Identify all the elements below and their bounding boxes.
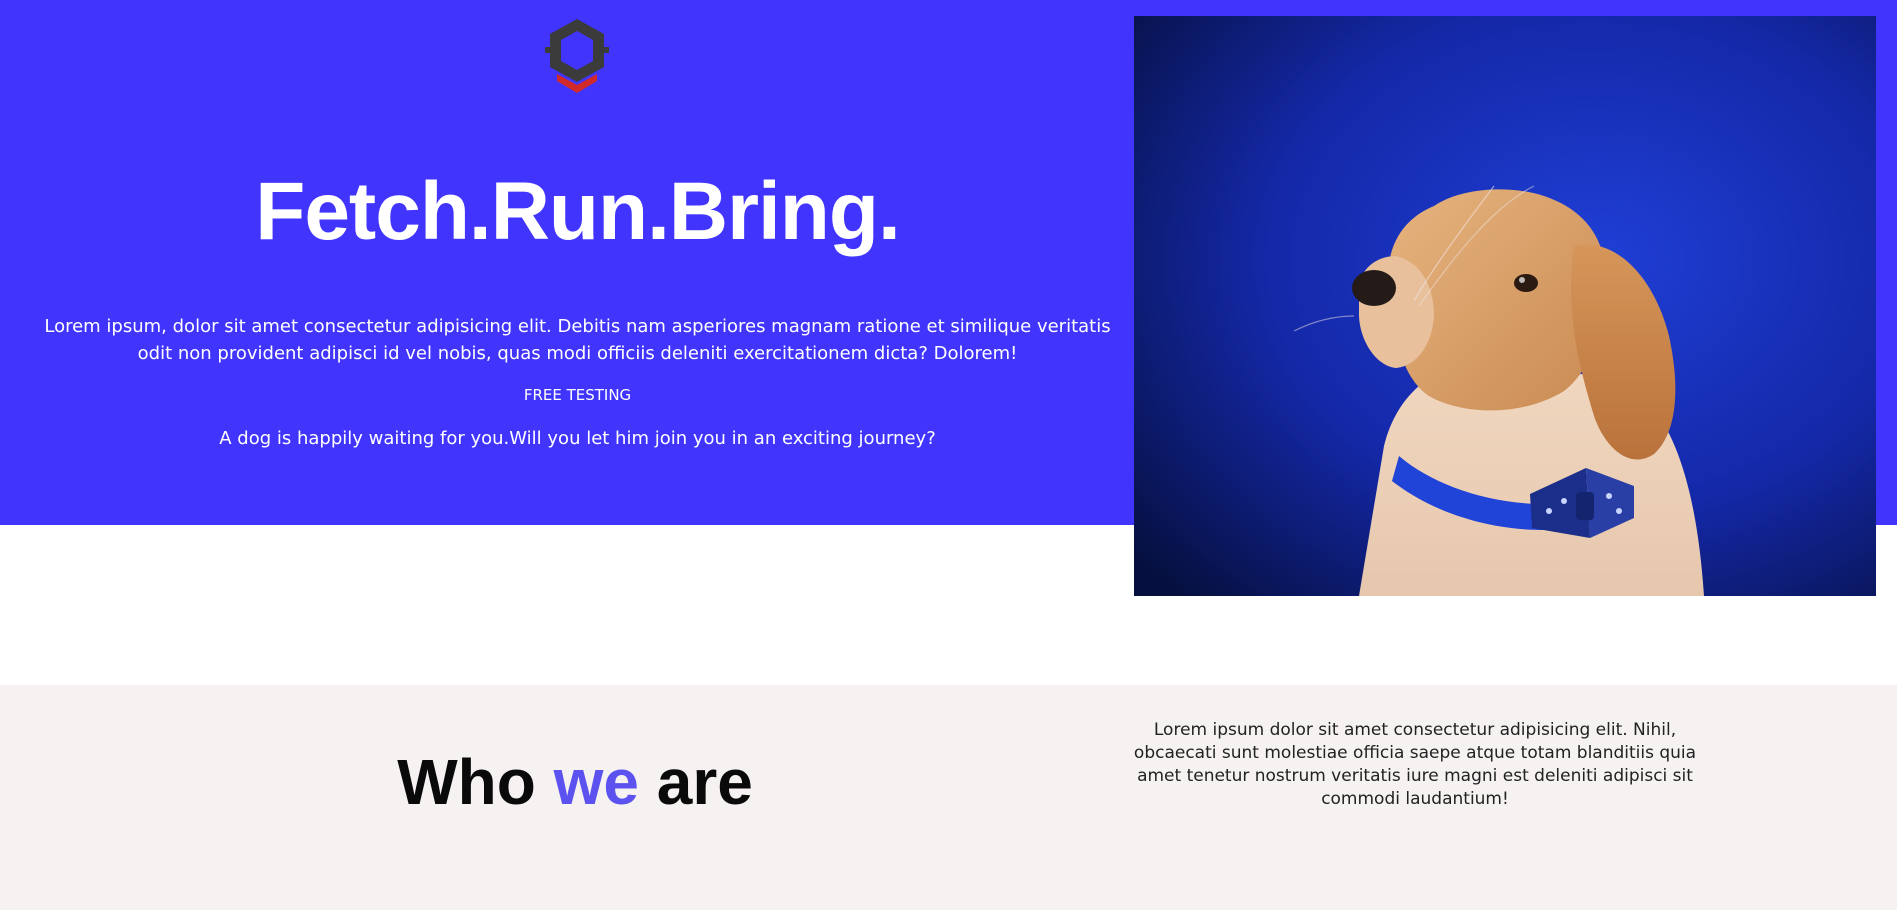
hexagon-chevron-logo-icon[interactable] (541, 17, 613, 95)
hero-section: Fetch.Run.Bring. Lorem ipsum, dolor sit … (0, 0, 1897, 596)
who-we-are-title: Who we are (0, 742, 1150, 822)
hero-title: Fetch.Run.Bring. (255, 166, 901, 257)
free-testing-label[interactable]: FREE TESTING (0, 385, 1155, 405)
title-part-who: Who (397, 746, 554, 818)
who-we-are-section: Who we are Lorem ipsum dolor sit amet co… (0, 685, 1897, 910)
puppy-with-bowtie-photo (1134, 16, 1876, 596)
hero-content: Fetch.Run.Bring. Lorem ipsum, dolor sit … (0, 0, 1155, 525)
hero-tagline: A dog is happily waiting for you.Will yo… (219, 428, 936, 449)
hero-intro-text: Lorem ipsum, dolor sit amet consectetur … (44, 316, 1111, 364)
title-accent-we: we (553, 746, 639, 818)
title-part-are: are (638, 746, 753, 818)
who-we-are-text: Lorem ipsum dolor sit amet consectetur a… (1133, 720, 1697, 809)
